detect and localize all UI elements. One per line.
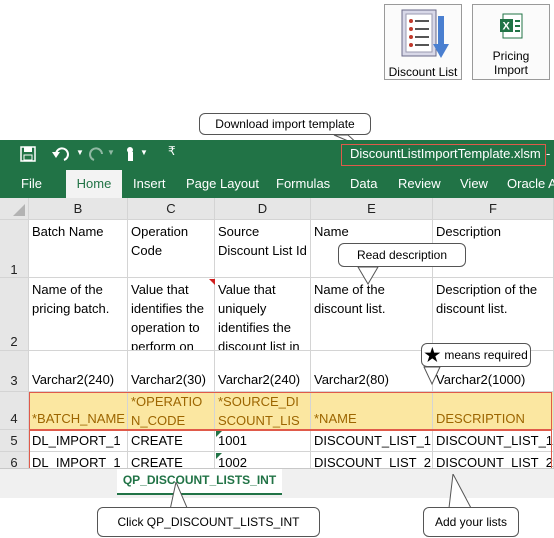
redo-icon[interactable] — [88, 146, 108, 162]
cell-b1[interactable]: Batch Name — [29, 220, 128, 278]
add-lists-text: Add your lists — [434, 515, 508, 529]
cell-c1[interactable]: Operation Code — [128, 220, 215, 278]
column-header-c[interactable]: C — [128, 198, 215, 220]
title-dash: - — [546, 146, 551, 161]
discount-list-label: Discount List — [388, 65, 458, 79]
tab-insert[interactable]: Insert — [133, 170, 166, 198]
tab-oracle[interactable]: Oracle A — [507, 170, 554, 198]
cell-c3[interactable]: Varchar2(30) — [128, 351, 215, 392]
undo-icon[interactable] — [52, 146, 74, 162]
workbook-filename: DiscountListImportTemplate.xlsm — [350, 146, 541, 161]
column-header-b[interactable]: B — [29, 198, 128, 220]
cell-d3[interactable]: Varchar2(240) — [215, 351, 311, 392]
tab-file[interactable]: File — [21, 170, 42, 198]
tab-review[interactable]: Review — [398, 170, 441, 198]
row-header-4[interactable]: 4 — [0, 392, 29, 430]
callout-pointer — [357, 266, 379, 285]
means-required-callout: ★ means required — [421, 343, 531, 367]
customize-toolbar-icon[interactable]: ₹ — [168, 144, 176, 158]
ribbon-tabs: File Home Insert Page Layout Formulas Da… — [0, 170, 554, 198]
tab-home[interactable]: Home — [66, 170, 122, 198]
callout-pointer — [423, 366, 441, 386]
svg-text:X: X — [503, 21, 511, 33]
cell-d1[interactable]: Source Discount List Id — [215, 220, 311, 278]
tab-data[interactable]: Data — [350, 170, 377, 198]
redo-dropdown-icon[interactable]: ▼ — [107, 148, 115, 157]
read-description-text: Read description — [356, 248, 448, 262]
column-header-f[interactable]: F — [433, 198, 554, 220]
pricing-import-button[interactable]: X Pricing Import — [472, 4, 550, 80]
tab-formulas[interactable]: Formulas — [276, 170, 330, 198]
tab-page-layout[interactable]: Page Layout — [186, 170, 259, 198]
discount-list-button[interactable]: Discount List — [384, 4, 462, 80]
callout-pointer — [448, 474, 472, 509]
row-header-2[interactable]: 2 — [0, 278, 29, 351]
save-icon[interactable] — [20, 146, 36, 162]
add-lists-callout: Add your lists — [423, 507, 519, 537]
cell-e2[interactable]: Name of the discount list. — [311, 278, 433, 351]
column-header-e[interactable]: E — [311, 198, 433, 220]
cell-d2[interactable]: Value that uniquely identifies the disco… — [215, 278, 311, 351]
means-required-text: means required — [444, 348, 528, 362]
click-tab-text: Click QP_DISCOUNT_LISTS_INT — [117, 515, 300, 529]
comment-indicator-icon — [209, 279, 215, 285]
excel-title-bar: ▼ ▼ ▼ ₹ DiscountListImportTemplate.xlsm … — [0, 140, 554, 170]
download-template-callout: Download import template — [199, 113, 371, 135]
touch-mode-icon[interactable] — [124, 145, 138, 163]
discount-list-icon — [401, 9, 449, 58]
cell-e3[interactable]: Varchar2(80) — [311, 351, 433, 392]
required-star-icon: ★ — [424, 344, 441, 365]
undo-dropdown-icon[interactable]: ▼ — [76, 148, 84, 157]
cell-b3[interactable]: Varchar2(240) — [29, 351, 128, 392]
cell-f2[interactable]: Description of the discount list. — [433, 278, 554, 351]
touch-dropdown-icon[interactable]: ▼ — [140, 148, 148, 157]
cell-c2[interactable]: Value that identifies the operation to p… — [128, 278, 215, 351]
click-tab-callout: Click QP_DISCOUNT_LISTS_INT — [97, 507, 320, 537]
tab-view[interactable]: View — [460, 170, 488, 198]
required-columns-highlight — [29, 392, 552, 430]
download-template-callout-text: Download import template — [215, 117, 355, 131]
column-header-d[interactable]: D — [215, 198, 311, 220]
row-header-5[interactable]: 5 — [0, 430, 29, 452]
read-description-callout: Read description — [338, 243, 466, 267]
select-all-corner[interactable] — [0, 198, 29, 220]
row-header-1[interactable]: 1 — [0, 220, 29, 278]
excel-file-icon: X — [500, 13, 523, 39]
cell-b2[interactable]: Name of the pricing batch. — [29, 278, 128, 351]
row-header-3[interactable]: 3 — [0, 351, 29, 392]
pricing-import-label: Pricing Import — [492, 49, 530, 77]
